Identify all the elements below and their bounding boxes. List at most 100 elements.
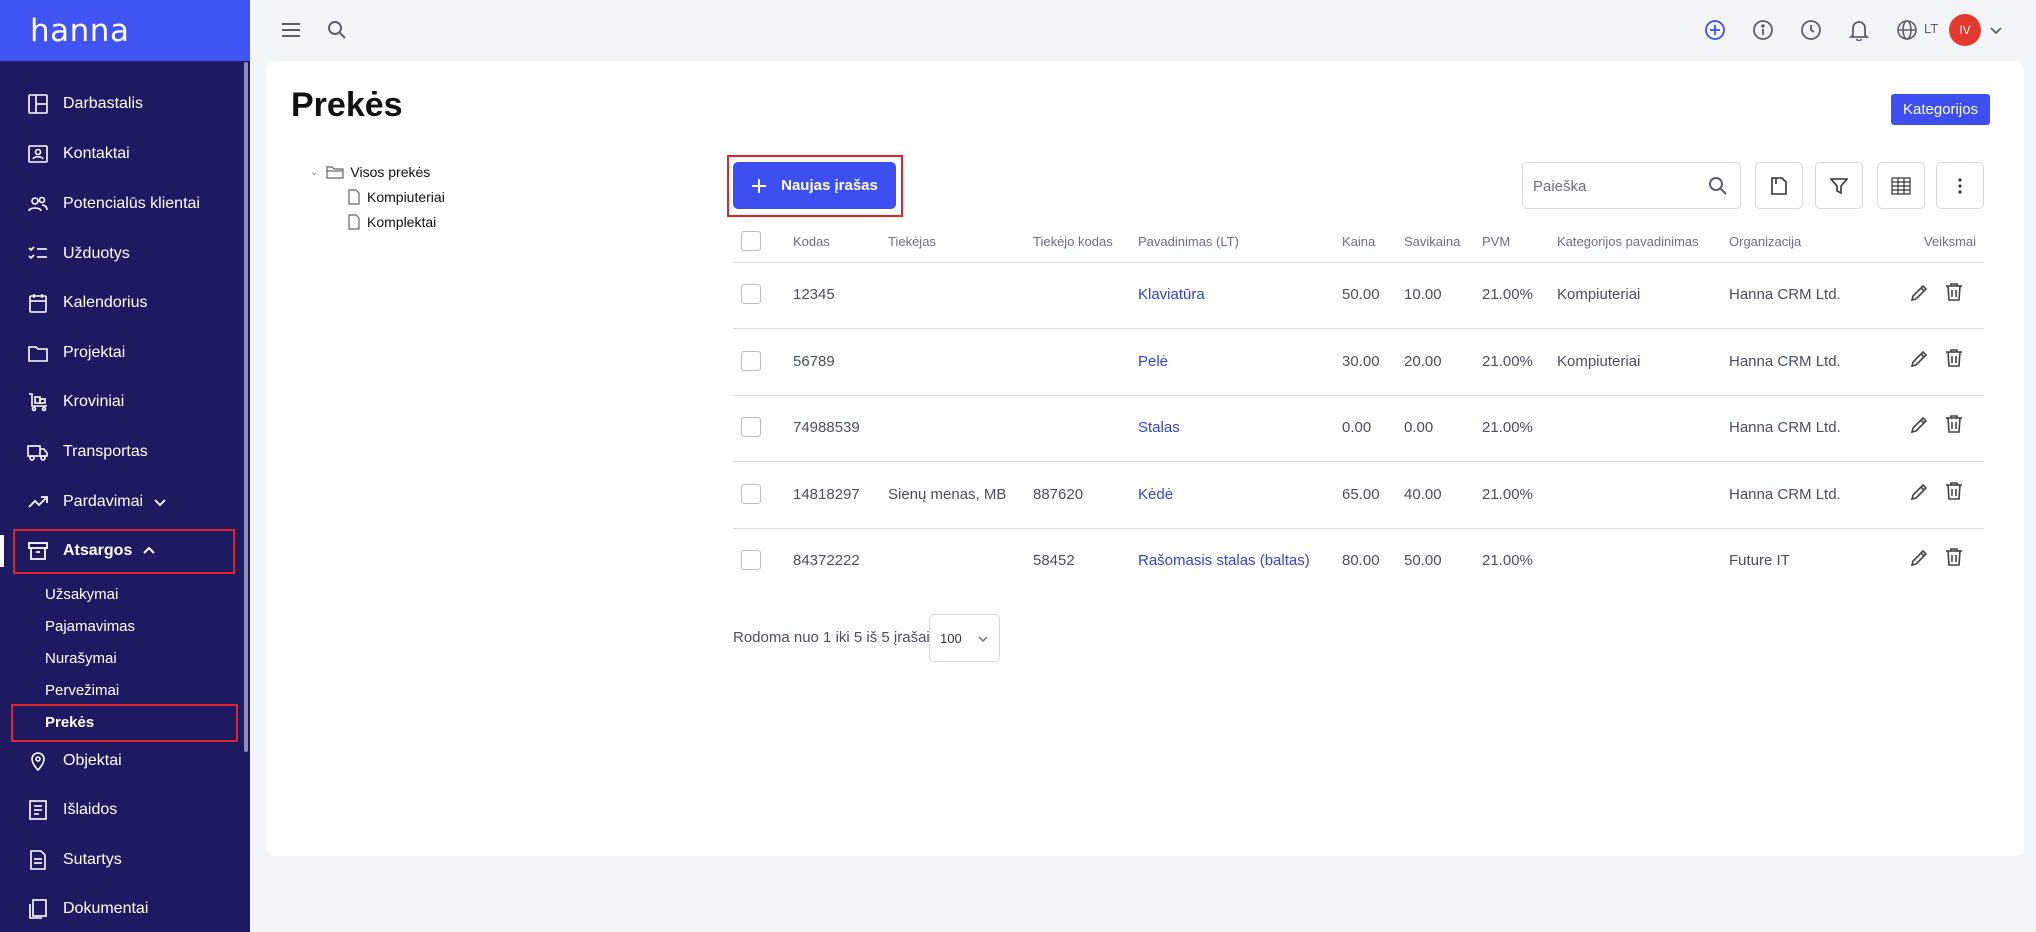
sidebar-item-islaidos[interactable]: Išlaidos: [0, 790, 246, 830]
export-button[interactable]: [1755, 162, 1803, 209]
hanna-logo[interactable]: hanna: [30, 13, 129, 49]
sidebar-item-label: Objektai: [63, 752, 122, 769]
chevron-down-icon[interactable]: [1984, 18, 2008, 42]
sidebar-item-transportas[interactable]: Transportas: [0, 432, 246, 472]
delete-icon[interactable]: [1945, 282, 1963, 307]
sidebar-item-uzduotys[interactable]: Užduotys: [0, 234, 246, 274]
search-field[interactable]: [1522, 162, 1741, 209]
cell-code: 74988539: [793, 419, 860, 436]
delete-icon[interactable]: [1945, 547, 1963, 572]
delete-icon[interactable]: [1945, 481, 1963, 506]
filter-button[interactable]: [1815, 162, 1863, 209]
new-record-button[interactable]: Naujas įrašas: [733, 162, 896, 209]
bell-icon[interactable]: [1847, 18, 1871, 42]
tree-collapse-icon[interactable]: ⌄: [310, 167, 318, 178]
sidebar-item-sutartys[interactable]: Sutartys: [0, 840, 246, 880]
search-input[interactable]: [1533, 175, 1703, 197]
sidebar-item-label: Užduotys: [63, 245, 130, 262]
filter-icon: [1830, 177, 1848, 194]
row-checkbox[interactable]: [741, 484, 761, 504]
tree-item-label: Komplektai: [367, 214, 437, 230]
column-header-kategorijos[interactable]: Kategorijos pavadinimas: [1557, 234, 1699, 249]
add-circle-icon[interactable]: [1703, 18, 1727, 42]
row-checkbox[interactable]: [741, 550, 761, 570]
cell-vat: 21.00%: [1482, 486, 1533, 503]
columns-button[interactable]: [1877, 162, 1925, 209]
sidebar-item-projektai[interactable]: Projektai: [0, 333, 246, 373]
page-title: Prekės: [291, 86, 403, 124]
delete-icon[interactable]: [1945, 348, 1963, 373]
sidebar-item-objektai[interactable]: Objektai: [0, 741, 246, 781]
cell-name-link[interactable]: Klaviatūra: [1138, 286, 1205, 303]
column-header-savikaina[interactable]: Savikaina: [1404, 234, 1460, 249]
submenu-item-pervezimai[interactable]: Pervežimai: [45, 678, 119, 702]
trending-up-icon: [27, 491, 49, 513]
cell-name-link[interactable]: Stalas: [1138, 419, 1180, 436]
column-header-kodas[interactable]: Kodas: [793, 234, 830, 249]
tree-item-komplektai[interactable]: Komplektai: [347, 214, 436, 230]
row-checkbox[interactable]: [741, 284, 761, 304]
language-label[interactable]: LT: [1924, 21, 1938, 36]
search-icon[interactable]: [325, 18, 349, 42]
sidebar-item-dokumentai[interactable]: Dokumentai: [0, 889, 246, 929]
column-header-organizacija[interactable]: Organizacija: [1729, 234, 1801, 249]
submenu-item-pajamavimas[interactable]: Pajamavimas: [45, 614, 135, 638]
cell-organization: Hanna CRM Ltd.: [1729, 353, 1841, 370]
pagination-info: Rodoma nuo 1 iki 5 iš 5 įrašai: [733, 629, 930, 646]
receipt-icon: [27, 799, 49, 821]
edit-icon[interactable]: [1909, 548, 1929, 573]
plus-icon: [752, 178, 767, 193]
cell-name-link[interactable]: Pelė: [1138, 353, 1168, 370]
chevron-down-icon: [977, 633, 989, 648]
archive-icon: [27, 540, 49, 562]
tree-item-kompiuteriai[interactable]: Kompiuteriai: [347, 189, 445, 205]
tree-root-label: Visos prekės: [350, 164, 431, 180]
column-header-pavadinimas[interactable]: Pavadinimas (LT): [1138, 234, 1239, 249]
sidebar-item-label: Transportas: [63, 443, 148, 460]
hamburger-menu-icon[interactable]: [279, 18, 303, 42]
clock-icon[interactable]: [1799, 18, 1823, 42]
column-header-tiekejo-kodas[interactable]: Tiekėjo kodas: [1033, 234, 1113, 249]
sidebar-item-kontaktai[interactable]: Kontaktai: [0, 134, 246, 174]
cell-name-link[interactable]: Rašomasis stalas (baltas): [1138, 552, 1310, 569]
folder-open-icon: [326, 166, 344, 179]
contacts-icon: [27, 143, 49, 165]
column-header-kaina[interactable]: Kaina: [1342, 234, 1375, 249]
delete-icon[interactable]: [1945, 414, 1963, 439]
edit-icon[interactable]: [1909, 415, 1929, 440]
page-size-select[interactable]: 100: [929, 614, 1000, 662]
cell-name-link[interactable]: Kėdė: [1138, 486, 1173, 503]
submenu-item-nurasymai[interactable]: Nurašymai: [45, 646, 117, 670]
sidebar-item-label: Kalendorius: [63, 294, 148, 311]
tree-root[interactable]: ⌄ Visos prekės: [310, 164, 430, 180]
select-all-checkbox[interactable]: [741, 231, 761, 251]
sidebar-item-kroviniai[interactable]: Kroviniai: [0, 382, 246, 422]
page-size-value: 100: [940, 630, 962, 646]
row-divider: [733, 395, 1984, 396]
sidebar-item-potencialus-klientai[interactable]: Potencialūs klientai: [0, 184, 246, 224]
row-checkbox[interactable]: [741, 417, 761, 437]
categories-button[interactable]: Kategorijos: [1891, 94, 1991, 125]
submenu-item-prekes[interactable]: Prekės: [45, 710, 94, 734]
sidebar-item-darbastalis[interactable]: Darbastalis: [0, 84, 246, 124]
search-icon[interactable]: [1708, 176, 1728, 201]
column-header-pvm[interactable]: PVM: [1482, 234, 1510, 249]
sidebar-item-pardavimai[interactable]: Pardavimai: [0, 482, 246, 522]
edit-icon[interactable]: [1909, 482, 1929, 507]
cell-organization: Hanna CRM Ltd.: [1729, 419, 1841, 436]
chevron-up-icon: [142, 544, 156, 558]
globe-icon[interactable]: [1895, 18, 1919, 42]
submenu-item-uzsakymai[interactable]: Užsakymai: [45, 582, 118, 606]
chevron-down-icon: [153, 495, 167, 509]
info-icon[interactable]: [1751, 18, 1775, 42]
cell-cost: 20.00: [1404, 353, 1442, 370]
sidebar-item-kalendorius[interactable]: Kalendorius: [0, 283, 246, 323]
more-options-button[interactable]: [1936, 162, 1984, 209]
edit-icon[interactable]: [1909, 349, 1929, 374]
sidebar-item-label: Darbastalis: [63, 95, 144, 112]
sidebar-item-atsargos[interactable]: Atsargos: [0, 531, 246, 571]
edit-icon[interactable]: [1909, 283, 1929, 308]
row-checkbox[interactable]: [741, 351, 761, 371]
column-header-tiekejas[interactable]: Tiekėjas: [888, 234, 936, 249]
avatar[interactable]: IV: [1949, 14, 1981, 46]
